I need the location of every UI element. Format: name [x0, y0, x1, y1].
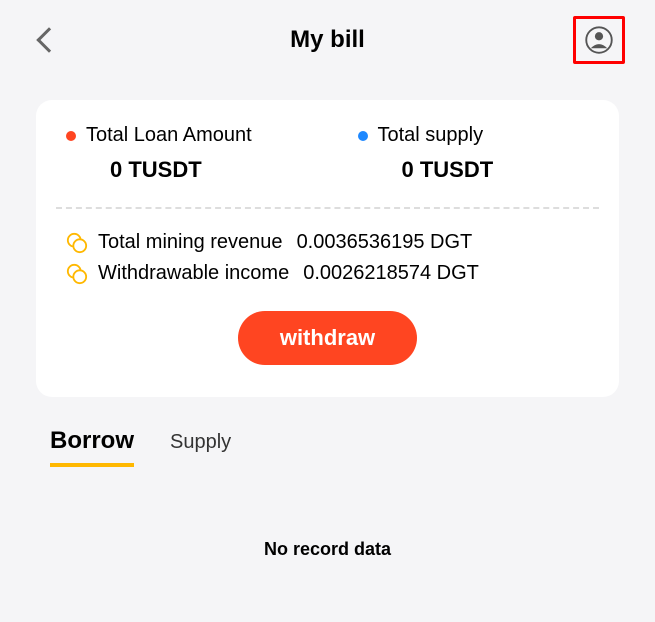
total-loan-label-row: Total Loan Amount: [66, 124, 252, 147]
summary-card: Total Loan Amount 0 TUSDT Total supply 0…: [36, 100, 619, 397]
withdrawable-income-label: Withdrawable income: [98, 262, 289, 285]
total-loan-label: Total Loan Amount: [86, 124, 252, 147]
no-record-message: No record data: [0, 539, 655, 560]
total-supply-column: Total supply 0 TUSDT: [298, 124, 590, 183]
coins-icon: [66, 263, 88, 285]
mining-revenue-value: 0.0036536195 DGT: [297, 231, 473, 254]
total-supply-label-row: Total supply: [358, 124, 484, 147]
tab-supply[interactable]: Supply: [170, 431, 231, 466]
tabs: Borrow Supply: [0, 397, 655, 467]
supply-dot-icon: [358, 131, 368, 141]
withdrawable-income-row: Withdrawable income 0.0026218574 DGT: [56, 258, 599, 289]
total-loan-column: Total Loan Amount 0 TUSDT: [66, 124, 298, 183]
mining-revenue-label: Total mining revenue: [98, 231, 283, 254]
header: My bill: [0, 0, 655, 80]
withdrawable-income-value: 0.0026218574 DGT: [303, 262, 479, 285]
total-supply-label: Total supply: [378, 124, 484, 147]
total-supply-value: 0 TUSDT: [358, 157, 494, 183]
profile-icon[interactable]: [584, 25, 614, 55]
profile-highlight: [573, 16, 625, 64]
coins-icon: [66, 232, 88, 254]
divider: [56, 207, 599, 209]
total-loan-value: 0 TUSDT: [66, 157, 202, 183]
back-icon[interactable]: [36, 27, 61, 52]
loan-dot-icon: [66, 131, 76, 141]
page-title: My bill: [290, 26, 365, 54]
withdraw-button[interactable]: withdraw: [238, 311, 417, 365]
totals-row: Total Loan Amount 0 TUSDT Total supply 0…: [56, 124, 599, 183]
tab-borrow[interactable]: Borrow: [50, 427, 134, 467]
mining-revenue-row: Total mining revenue 0.0036536195 DGT: [56, 227, 599, 258]
